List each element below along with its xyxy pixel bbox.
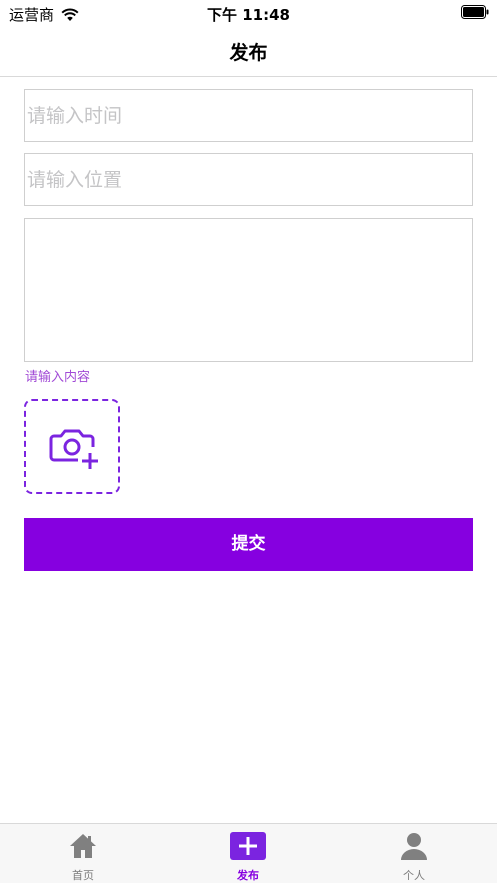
- add-photo-button[interactable]: [24, 399, 120, 494]
- submit-button[interactable]: 提交: [24, 518, 473, 571]
- tab-home-label: 首页: [72, 869, 94, 882]
- person-icon: [401, 833, 427, 860]
- content-textarea[interactable]: [24, 218, 473, 362]
- clock: 下午 11:48: [207, 6, 290, 24]
- tab-publish-label: 发布: [237, 869, 259, 882]
- home-icon: [70, 834, 96, 858]
- screen: 运营商 下午 11:48 发布 请输入内容 提交: [0, 0, 497, 883]
- tab-profile[interactable]: 个人: [364, 824, 464, 883]
- time-input[interactable]: [24, 89, 473, 142]
- content-hint: 请输入内容: [25, 370, 91, 385]
- tab-publish[interactable]: 发布: [198, 824, 298, 883]
- page-title: 发布: [229, 42, 268, 64]
- tab-bar: 首页 发布 个人: [0, 823, 497, 883]
- location-input[interactable]: [24, 153, 473, 206]
- camera-add-icon: [49, 429, 98, 469]
- tab-home[interactable]: 首页: [33, 824, 133, 883]
- plus-icon: [230, 832, 266, 860]
- tab-profile-label: 个人: [403, 869, 425, 882]
- battery-icon: [461, 5, 489, 19]
- nav-bar: 发布: [0, 26, 497, 77]
- status-bar: 运营商 下午 11:48: [0, 0, 497, 26]
